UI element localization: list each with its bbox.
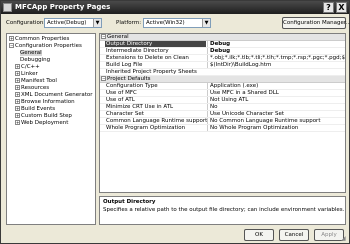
tree-item-general[interactable]: General [20, 50, 42, 57]
property-row-clr-support[interactable]: Common Language Runtime support No Common… [100, 118, 345, 125]
window-title: MFCApp Property Pages [15, 3, 111, 11]
category-general[interactable]: − General [100, 34, 345, 41]
apply-button[interactable]: Apply [314, 229, 344, 241]
property-row-extensions-to-delete[interactable]: Extensions to Delete on Clean *.obj;*.ilk… [100, 55, 345, 62]
category-project-defaults[interactable]: − Project Defaults [100, 76, 345, 83]
resize-grip-icon[interactable]: ◢ [341, 235, 348, 242]
app-icon [3, 3, 12, 12]
expand-icon[interactable]: + [15, 120, 20, 125]
tree-item-manifest-tool[interactable]: + Manifest Tool [15, 78, 57, 85]
chevron-down-icon: ▼ [93, 19, 101, 27]
tree-item-configuration-properties[interactable]: − Configuration Properties [9, 43, 82, 50]
configuration-manager-button[interactable]: Configuration Manager... [282, 17, 350, 29]
platform-select[interactable]: Active(Win32) ▼ [143, 18, 211, 28]
tree-item-debugging[interactable]: Debugging [20, 57, 50, 64]
tree-item-cpp[interactable]: + C/C++ [15, 64, 40, 71]
collapse-icon[interactable]: − [101, 34, 106, 39]
property-row-build-log-file[interactable]: Build Log File $(IntDir)\BuildLog.htm [100, 62, 345, 69]
property-row-output-directory[interactable]: Output Directory Debug [100, 41, 345, 48]
platform-label: Platform: [116, 20, 142, 26]
cancel-button[interactable]: Cancel [279, 229, 309, 241]
expand-icon[interactable]: + [15, 92, 20, 97]
property-tree: + Common Properties − Configuration Proper… [6, 33, 96, 225]
property-row-intermediate-directory[interactable]: Intermediate Directory Debug [100, 48, 345, 55]
property-row-character-set[interactable]: Character Set Use Unicode Character Set [100, 111, 345, 118]
description-title: Output Directory [103, 199, 156, 205]
configuration-select[interactable]: Active(Debug) ▼ [44, 18, 102, 28]
expand-icon[interactable]: + [15, 85, 20, 90]
tree-item-custom-build-step[interactable]: + Custom Build Step [15, 113, 72, 120]
title-bar: MFCApp Property Pages ? X [1, 1, 349, 14]
collapse-icon[interactable]: − [101, 76, 106, 81]
property-row-use-of-atl[interactable]: Use of ATL Not Using ATL [100, 97, 345, 104]
chevron-down-icon: ▼ [202, 19, 210, 27]
help-button[interactable]: ? [323, 2, 334, 13]
configuration-select-value: Active(Debug) [47, 20, 87, 26]
expand-icon[interactable]: + [15, 64, 20, 69]
property-grid: − General Output Directory Debug Intermedi… [99, 33, 346, 193]
expand-icon[interactable]: + [15, 99, 20, 104]
property-row-inherited-property-sheets[interactable]: Inherited Project Property Sheets [100, 69, 345, 76]
expand-icon[interactable]: + [15, 113, 20, 118]
tree-item-web-deployment[interactable]: + Web Deployment [15, 120, 68, 127]
tree-item-xml-document-generator[interactable]: + XML Document Generator [15, 92, 93, 99]
close-button[interactable]: X [336, 2, 347, 13]
expand-icon[interactable]: + [15, 71, 20, 76]
expand-icon[interactable]: + [9, 36, 14, 41]
expand-icon[interactable]: + [15, 106, 20, 111]
platform-select-value: Active(Win32) [146, 20, 185, 26]
description-panel: Output Directory Specifies a relative pa… [99, 196, 346, 225]
property-row-configuration-type[interactable]: Configuration Type Application (.exe) [100, 83, 345, 90]
configuration-label: Configuration: [6, 20, 46, 26]
tree-item-browse-information[interactable]: + Browse Information [15, 99, 75, 106]
collapse-icon[interactable]: − [9, 43, 14, 48]
description-text: Specifies a relative path to the output … [103, 207, 345, 213]
tree-item-linker[interactable]: + Linker [15, 71, 38, 78]
expand-icon[interactable]: + [15, 78, 20, 83]
property-row-whole-program-optimization[interactable]: Whole Program Optimization No Whole Progr… [100, 125, 345, 132]
property-pages-window: MFCApp Property Pages ? X Configuration:… [0, 0, 350, 244]
tree-item-resources[interactable]: + Resources [15, 85, 49, 92]
ok-button[interactable]: OK [244, 229, 274, 241]
tree-item-build-events[interactable]: + Build Events [15, 106, 55, 113]
tree-item-common-properties[interactable]: + Common Properties [9, 36, 69, 43]
property-row-use-of-mfc[interactable]: Use of MFC Use MFC in a Shared DLL [100, 90, 345, 97]
property-row-minimize-crt-use[interactable]: Minimize CRT Use in ATL No [100, 104, 345, 111]
